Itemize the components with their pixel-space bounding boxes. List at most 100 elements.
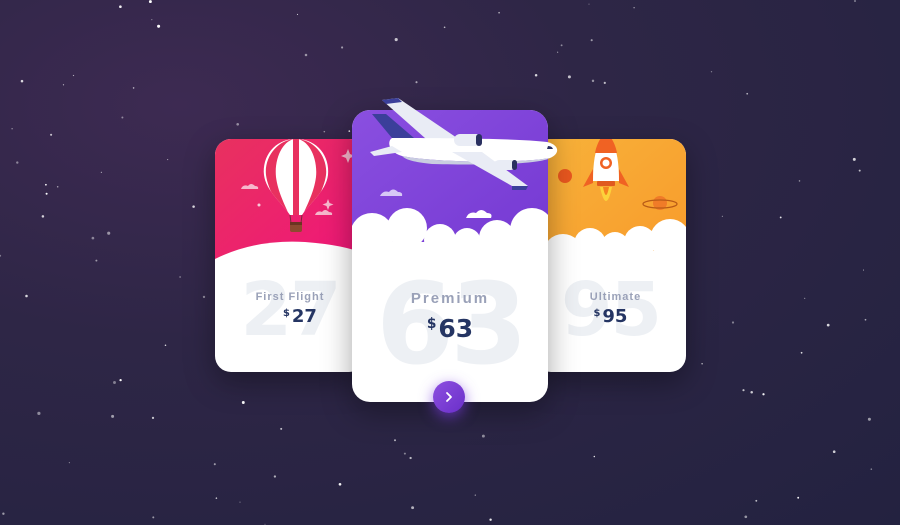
star	[394, 38, 398, 42]
star	[2, 512, 5, 515]
star	[591, 79, 595, 83]
hot-air-balloon-icon	[263, 139, 329, 232]
star	[273, 475, 277, 478]
star	[701, 363, 703, 365]
star	[800, 351, 803, 354]
star	[100, 171, 103, 173]
star	[557, 51, 559, 53]
star	[119, 5, 122, 9]
star	[167, 159, 169, 161]
star	[804, 297, 806, 299]
star	[797, 496, 800, 499]
star	[236, 122, 240, 126]
star	[742, 389, 745, 392]
star	[744, 515, 748, 519]
star	[323, 130, 326, 133]
star	[867, 417, 871, 421]
star	[113, 381, 116, 384]
price-value: 63	[438, 314, 474, 343]
star	[443, 26, 446, 29]
chevron-right-icon	[446, 392, 452, 402]
star	[241, 401, 245, 404]
star	[411, 506, 415, 510]
star	[710, 71, 713, 73]
star	[296, 13, 299, 15]
star	[41, 215, 45, 218]
pricing-card-premium[interactable]: 63 Premium $63	[352, 98, 558, 413]
star	[858, 169, 861, 172]
star	[148, 0, 152, 4]
star	[633, 7, 635, 9]
star	[213, 463, 216, 466]
pricing-card-first-flight[interactable]: 27 First Flight $27	[215, 139, 365, 372]
plan-name: Premium	[410, 290, 490, 307]
star	[755, 499, 758, 502]
next-button[interactable]	[433, 381, 465, 413]
star	[588, 3, 590, 5]
star	[832, 450, 836, 454]
plan-price: $95	[535, 306, 686, 327]
star	[394, 439, 396, 442]
star	[132, 87, 135, 89]
star	[721, 215, 723, 217]
rocket-icon	[583, 139, 629, 201]
star	[72, 74, 75, 77]
star	[11, 128, 13, 130]
plan-name: Ultimate	[589, 291, 642, 303]
star	[119, 378, 122, 382]
star	[239, 501, 241, 503]
star	[854, 0, 856, 2]
star	[403, 452, 406, 455]
star	[560, 44, 563, 47]
star	[746, 92, 749, 95]
star	[304, 53, 308, 57]
price-value: 95	[602, 306, 628, 327]
star	[593, 455, 596, 458]
star	[489, 518, 492, 521]
star	[25, 294, 28, 298]
star	[474, 494, 476, 496]
star	[0, 254, 2, 257]
star	[415, 81, 418, 84]
star	[779, 216, 782, 219]
star	[762, 393, 765, 396]
star	[20, 79, 24, 83]
star	[864, 318, 867, 321]
star	[56, 185, 59, 188]
star	[215, 497, 218, 499]
plan-name: First Flight	[255, 291, 325, 303]
star	[45, 192, 48, 195]
currency-symbol: $	[426, 316, 437, 332]
star	[731, 321, 735, 324]
star	[68, 462, 70, 464]
star	[826, 323, 830, 327]
currency-symbol: $	[283, 308, 290, 319]
star	[91, 236, 95, 240]
star	[179, 276, 181, 278]
currency-symbol: $	[593, 308, 601, 319]
star	[750, 391, 753, 394]
star	[111, 414, 115, 418]
star	[481, 434, 485, 438]
star	[151, 416, 155, 420]
star	[498, 11, 500, 14]
star	[862, 269, 865, 271]
star	[852, 157, 856, 161]
star	[50, 133, 53, 136]
star	[37, 411, 41, 415]
star	[798, 180, 801, 182]
star	[341, 46, 344, 49]
star	[603, 81, 606, 85]
star	[348, 130, 351, 132]
star	[62, 84, 65, 86]
airplane-icon	[370, 98, 558, 190]
plan-price: $27	[225, 306, 365, 327]
star	[567, 75, 571, 79]
star	[157, 24, 161, 28]
star	[121, 116, 124, 119]
star	[534, 74, 538, 77]
star	[152, 516, 155, 519]
star	[192, 205, 195, 208]
star	[95, 259, 98, 262]
star	[16, 161, 19, 164]
